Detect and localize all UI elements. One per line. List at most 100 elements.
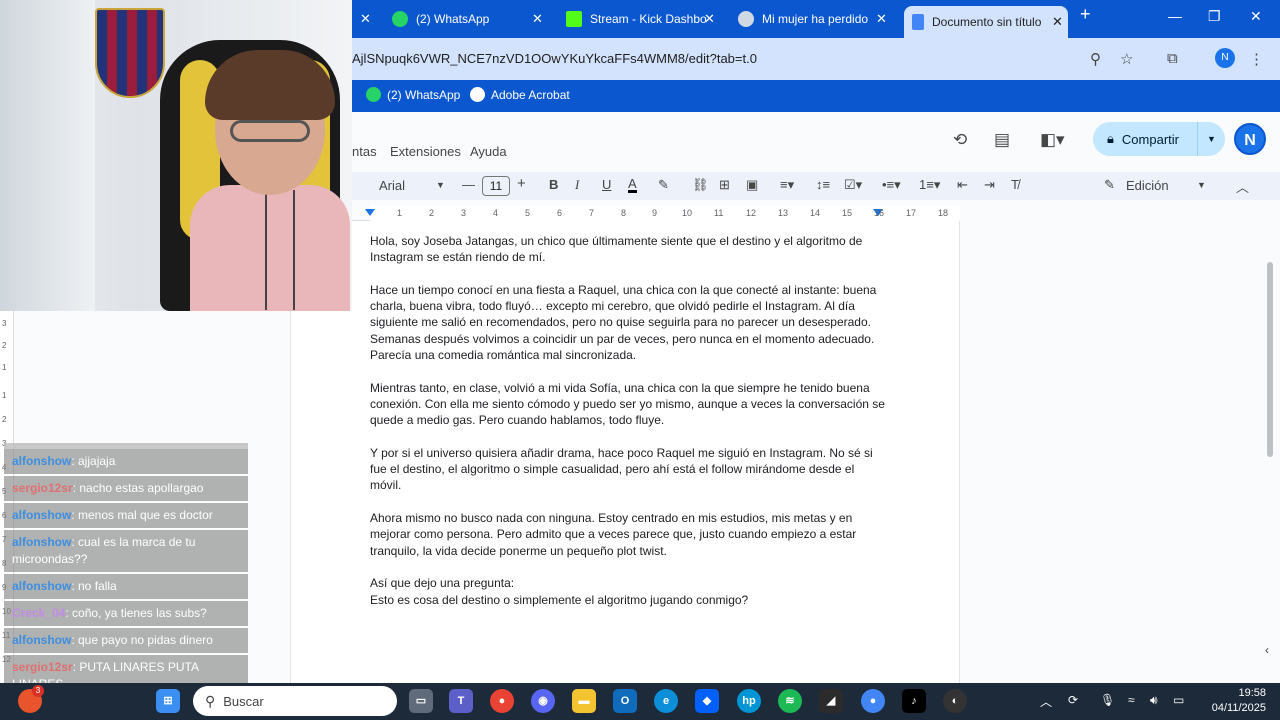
increase-indent-icon[interactable]: ⇥ — [984, 177, 995, 193]
tab-strip: ✕ (2) WhatsApp ✕ Stream - Kick Dashbo ✕ … — [352, 0, 1280, 38]
edge-icon[interactable]: e — [654, 689, 678, 713]
chat-username[interactable]: alfonshow — [12, 535, 71, 549]
chat-username[interactable]: Creck_04 — [12, 606, 65, 620]
profile-avatar[interactable]: N — [1215, 48, 1235, 68]
docs-header: ntas Extensiones Ayuda ⟲ ▤ ◧▾ 🔒︎ Compart… — [352, 112, 1280, 172]
tiktok-icon[interactable]: ♪ — [902, 689, 926, 713]
share-button[interactable]: 🔒︎ Compartir ▼ — [1093, 122, 1225, 156]
close-icon[interactable]: ✕ — [704, 11, 715, 27]
tab-docs[interactable]: Documento sin título ✕ — [904, 6, 1068, 38]
sync-icon[interactable]: ⟳ — [1068, 693, 1078, 707]
underline-icon[interactable]: U — [602, 177, 611, 192]
document-page[interactable]: Hola, soy Joseba Jatangas, un chico que … — [352, 221, 960, 683]
app-icon[interactable]: ◐ — [943, 689, 967, 713]
bullet-list-icon[interactable]: •≡▾ — [882, 177, 901, 193]
spotify-icon[interactable]: ≋ — [778, 689, 802, 713]
microphone-icon[interactable]: 🎙︎ — [1100, 693, 1115, 707]
document-body[interactable]: Hola, soy Joseba Jatangas, un chico que … — [370, 233, 885, 624]
maximize-icon[interactable]: ❐ — [1208, 8, 1221, 25]
minimize-icon[interactable]: — — [1168, 8, 1182, 24]
extensions-icon[interactable]: ⧉ — [1167, 50, 1178, 67]
chevron-up-icon[interactable]: ︿ — [1040, 693, 1052, 710]
close-icon[interactable]: ✕ — [1052, 14, 1063, 30]
star-icon[interactable]: ☆ — [1120, 50, 1133, 68]
system-clock[interactable]: 19:58 04/11/2025 — [1198, 686, 1266, 716]
ruler-tick: 11 — [714, 208, 724, 218]
close-icon[interactable]: ✕ — [532, 11, 543, 27]
link-icon[interactable]: ⛓ — [692, 177, 709, 193]
scrollbar[interactable] — [1267, 262, 1273, 457]
chrome-profile-icon[interactable]: ● — [861, 689, 885, 713]
windows-start-icon[interactable]: ⊞ — [156, 689, 180, 713]
battery-icon[interactable]: ▭ — [1173, 693, 1184, 707]
close-window-icon[interactable]: ✕ — [1250, 8, 1262, 25]
paragraph-6[interactable]: Así que dejo una pregunta: Esto es cosa … — [370, 575, 885, 608]
task-view-icon[interactable]: ▭ — [409, 689, 433, 713]
chevron-down-icon[interactable]: ▼ — [1197, 180, 1206, 190]
increase-font-icon[interactable]: + — [517, 175, 526, 192]
more-menu-icon[interactable]: ⋮ — [1249, 50, 1264, 68]
teams-icon[interactable]: T — [449, 689, 473, 713]
meet-icon[interactable]: ◧▾ — [1040, 130, 1065, 150]
menu-help[interactable]: Ayuda — [470, 144, 507, 159]
discord-icon[interactable]: ◉ — [531, 689, 555, 713]
account-avatar[interactable]: N — [1234, 123, 1266, 155]
glasses — [230, 120, 310, 142]
paragraph-2[interactable]: Hace un tiempo conocí en una fiesta a Ra… — [370, 282, 885, 363]
url-field[interactable]: AjlSNpuqk6VWR_NCE7nzVD1OOwYKuYkcaFFs4WMM… — [352, 51, 757, 66]
paragraph-4[interactable]: Y por si el universo quisiera añadir dra… — [370, 445, 885, 494]
highlight-icon[interactable]: ✎ — [658, 177, 669, 193]
zoom-icon[interactable]: ⚲ — [1090, 50, 1101, 68]
comments-icon[interactable]: ▤ — [994, 130, 1010, 150]
tab-article[interactable]: Mi mujer ha perdido ✕ — [738, 6, 894, 32]
menu-extensions[interactable]: Extensiones — [390, 144, 461, 159]
insert-image-icon[interactable]: ▣ — [746, 177, 758, 193]
text-color-icon[interactable]: A — [628, 177, 637, 193]
left-indent-marker[interactable] — [365, 209, 375, 216]
clear-format-icon[interactable]: T̸ — [1011, 177, 1019, 192]
chevron-down-icon[interactable]: ▼ — [436, 180, 445, 190]
numbered-list-icon[interactable]: 1≡▾ — [919, 177, 940, 193]
paragraph-1[interactable]: Hola, soy Joseba Jatangas, un chico que … — [370, 233, 885, 266]
chat-username[interactable]: alfonshow — [12, 508, 71, 522]
close-icon[interactable]: ✕ — [360, 11, 371, 27]
font-size-field[interactable]: 11 — [482, 176, 510, 196]
bookmark-whatsapp[interactable]: (2) WhatsApp — [366, 87, 460, 102]
side-panel-toggle-icon[interactable]: ‹ — [1265, 643, 1269, 657]
chat-username[interactable]: sergio12sr — [12, 660, 73, 674]
hp-icon[interactable]: hp — [737, 689, 761, 713]
chat-username[interactable]: alfonshow — [12, 633, 71, 647]
font-select[interactable]: Arial — [379, 178, 405, 193]
decrease-indent-icon[interactable]: ⇤ — [957, 177, 968, 193]
align-icon[interactable]: ≡▾ — [780, 177, 794, 193]
wifi-icon[interactable]: ≈ — [1128, 693, 1135, 707]
chat-username[interactable]: alfonshow — [12, 454, 71, 468]
volume-icon[interactable]: 🔊︎ — [1150, 693, 1158, 708]
decrease-font-icon[interactable]: — — [462, 177, 475, 192]
checklist-icon[interactable]: ☑▾ — [844, 177, 862, 193]
collapse-toolbar-icon[interactable]: ︿ — [1236, 177, 1249, 196]
menu-tools[interactable]: ntas — [352, 144, 377, 159]
outlook-icon[interactable]: O — [613, 689, 637, 713]
new-tab-button[interactable]: + — [1080, 4, 1091, 25]
bold-icon[interactable]: B — [549, 177, 558, 192]
bookmark-acrobat[interactable]: Adobe Acrobat — [470, 87, 570, 102]
editing-mode[interactable]: Edición — [1126, 178, 1169, 193]
taskbar-search[interactable]: ⚲ Buscar — [193, 686, 397, 716]
chat-username[interactable]: sergio12sr — [12, 481, 73, 495]
chrome-icon[interactable]: ● — [490, 689, 514, 713]
italic-icon[interactable]: I — [575, 177, 579, 193]
line-spacing-icon[interactable]: ↕≡ — [816, 177, 830, 192]
dropbox-icon[interactable]: ◆ — [695, 689, 719, 713]
history-icon[interactable]: ⟲ — [953, 130, 967, 150]
chat-username[interactable]: alfonshow — [12, 579, 71, 593]
paragraph-5[interactable]: Ahora mismo no busco nada con ninguna. E… — [370, 510, 885, 559]
paragraph-3[interactable]: Mientras tanto, en clase, volvió a mi vi… — [370, 380, 885, 429]
add-comment-icon[interactable]: ⊞ — [719, 177, 730, 193]
chevron-down-icon[interactable]: ▼ — [1197, 122, 1225, 156]
close-icon[interactable]: ✕ — [876, 11, 887, 27]
file-explorer-icon[interactable]: ▬ — [572, 689, 596, 713]
app-icon[interactable]: ◢ — [819, 689, 843, 713]
tab-whatsapp[interactable]: (2) WhatsApp ✕ — [392, 6, 552, 32]
tab-kick[interactable]: Stream - Kick Dashbo ✕ — [566, 6, 726, 32]
